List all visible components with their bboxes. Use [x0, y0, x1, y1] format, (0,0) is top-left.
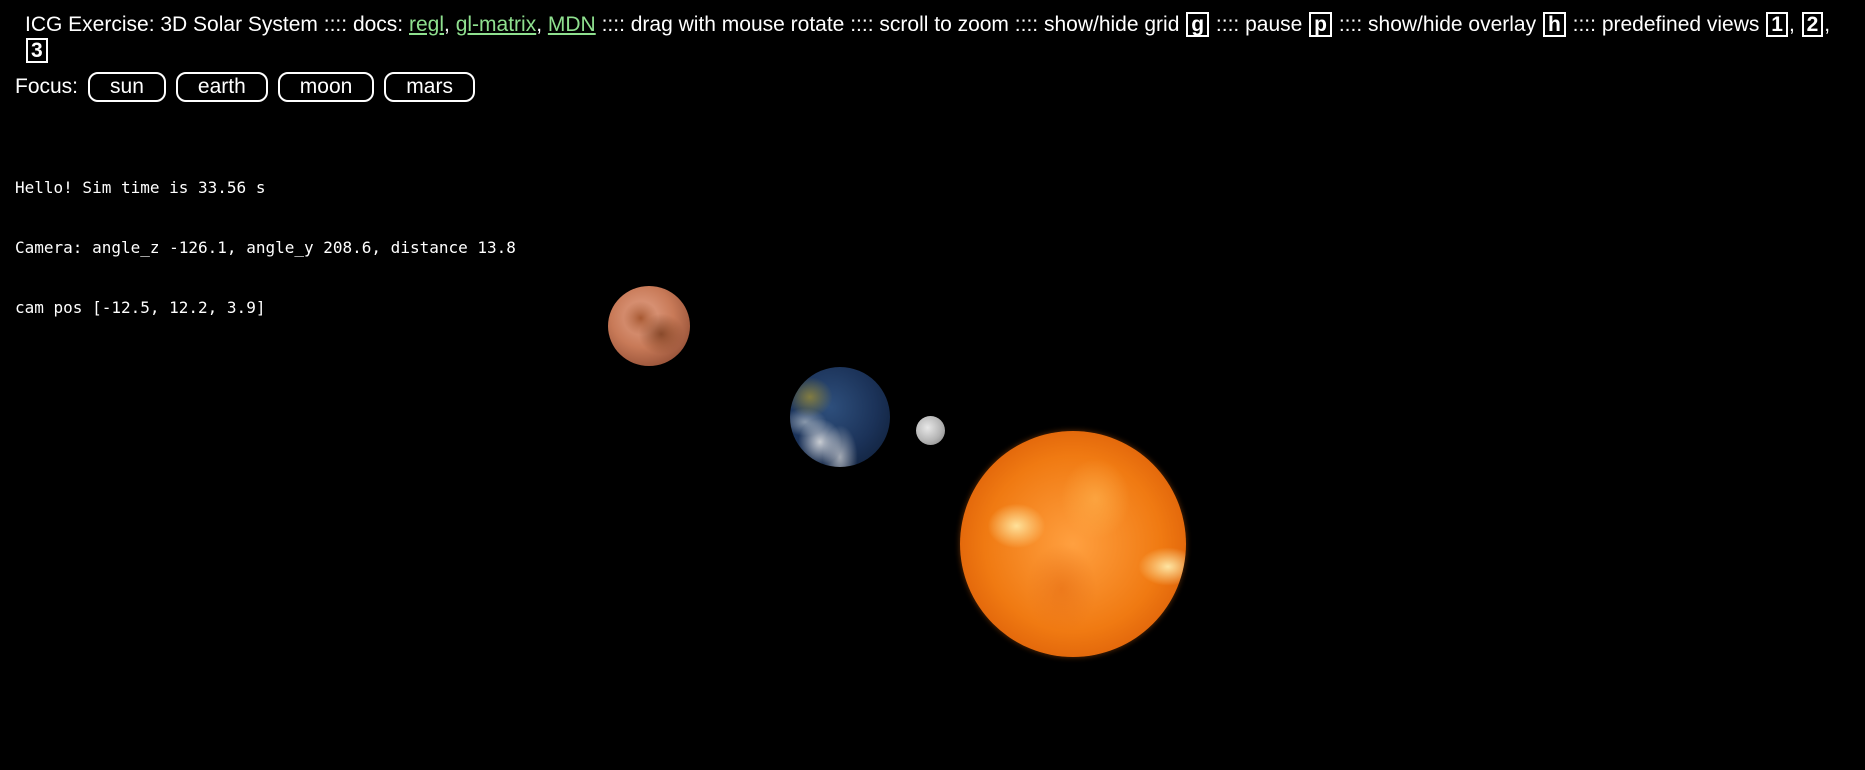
sim-time-text: Hello! Sim time is 33.56 s	[15, 178, 266, 197]
debug-overlay: Hello! Sim time is 33.56 s Camera: angle…	[15, 138, 516, 358]
view-key-1: 1	[1766, 12, 1788, 37]
grid-key: g	[1186, 12, 1210, 37]
separator: ::::	[323, 13, 348, 36]
camera-angles-text: Camera: angle_z -126.1, angle_y 208.6, d…	[15, 238, 516, 257]
grid-hint: show/hide grid	[1043, 13, 1180, 36]
focus-moon-button[interactable]: moon	[277, 72, 375, 102]
views-hint: predefined views	[1601, 13, 1760, 36]
focus-sun-button[interactable]: sun	[88, 72, 166, 102]
view-key-2: 2	[1801, 12, 1824, 37]
focus-earth-button[interactable]: earth	[175, 72, 268, 102]
docs-label: docs:	[352, 13, 404, 36]
separator: ::::	[1572, 13, 1596, 36]
earth-planet	[790, 367, 890, 467]
camera-position-text: cam pos [-12.5, 12.2, 3.9]	[15, 298, 266, 317]
focus-mars-button[interactable]: mars	[384, 72, 475, 102]
pause-key: p	[1309, 12, 1332, 37]
separator: ::::	[1014, 13, 1039, 36]
separator: ::::	[1338, 13, 1363, 36]
sun	[960, 431, 1186, 657]
separator: ::::	[601, 13, 625, 36]
mars-planet	[608, 286, 690, 366]
separator: ::::	[1215, 13, 1240, 36]
drag-hint: drag with mouse rotate	[630, 13, 845, 36]
pause-hint: pause	[1245, 13, 1303, 36]
gl-matrix-link[interactable]: gl-matrix	[456, 13, 537, 36]
focus-controls: Focus: sun earth moon mars	[15, 72, 475, 102]
regl-link[interactable]: regl	[409, 13, 444, 36]
instructions-header: ICG Exercise: 3D Solar System :::: docs:…	[25, 12, 1831, 63]
scroll-hint: scroll to zoom	[879, 13, 1009, 36]
moon	[916, 416, 945, 445]
overlay-key: h	[1542, 12, 1566, 37]
separator: ::::	[850, 13, 874, 36]
app-title: ICG Exercise: 3D Solar System	[25, 13, 318, 36]
mdn-link[interactable]: MDN	[548, 13, 596, 36]
solar-system-canvas[interactable]: ICG Exercise: 3D Solar System :::: docs:…	[0, 0, 1865, 770]
focus-label: Focus:	[15, 75, 79, 98]
view-key-3: 3	[26, 38, 48, 63]
overlay-hint: show/hide overlay	[1368, 13, 1537, 36]
